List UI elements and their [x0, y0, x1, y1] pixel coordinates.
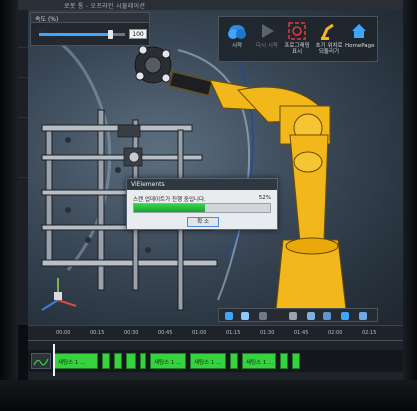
segment-label: 세팅스 1 ... [154, 360, 182, 366]
timeline-tick-label: 01:00 [192, 330, 207, 336]
restart-button[interactable]: 다시 시작 [253, 19, 281, 59]
home-icon [349, 21, 369, 41]
timeline-tick-label: 00:15 [90, 330, 105, 336]
side-panel-row[interactable] [18, 170, 28, 178]
timeline-tick-label: 01:30 [260, 330, 275, 336]
cube-icon[interactable] [307, 312, 315, 320]
timeline-panel[interactable]: 00:00 00:15 00:30 00:45 01:00 01:15 01:30 01:45… [28, 325, 403, 380]
speed-slider-handle[interactable] [107, 30, 113, 39]
timeline-tick-label: 00:30 [124, 330, 139, 336]
timeline-tick-label: 01:45 [294, 330, 309, 336]
ruler-baseline [28, 340, 403, 341]
speed-slider[interactable] [39, 30, 125, 39]
monitor-bezel-right [403, 0, 417, 411]
timeline-tick-label: 02:15 [362, 330, 377, 336]
timeline-segment[interactable] [126, 353, 136, 369]
timeline-tick-label: 01:15 [226, 330, 241, 336]
speed-slider-fill [39, 33, 110, 36]
viewport-toolbar [218, 308, 378, 322]
fullscreen-icon[interactable] [359, 312, 367, 320]
timeline-playhead[interactable] [53, 344, 55, 376]
monitor-bezel-left [0, 0, 18, 411]
program-capture-button[interactable]: 프로그래밍 표시 [283, 19, 311, 59]
settings-icon[interactable] [259, 312, 267, 320]
window-title: 로봇 통 - 오프라인 시뮬레이션 [64, 3, 146, 10]
dialog-title: ViElements [127, 179, 277, 190]
side-panel-row[interactable] [18, 40, 28, 48]
view-mode-icon[interactable] [241, 312, 249, 320]
monitor-bezel-bottom [0, 380, 417, 411]
progress-percent: 52% [258, 195, 271, 201]
timeline-segment[interactable] [280, 353, 288, 369]
speed-panel-header: 속도 (%) [31, 13, 149, 23]
play-icon [227, 21, 247, 41]
timeline-segment[interactable]: 세팅스 1 ... [190, 353, 226, 369]
left-side-panel [18, 10, 28, 325]
timeline-segment[interactable] [102, 353, 110, 369]
reset-position-button[interactable]: 초기 위치로 되돌리기 [315, 19, 343, 59]
timeline-tick-label: 02:00 [328, 330, 343, 336]
plane-icon[interactable] [323, 312, 331, 320]
timeline-segment[interactable] [114, 353, 122, 369]
track-start-block[interactable] [31, 353, 51, 369]
measure-icon[interactable] [289, 312, 297, 320]
start-button[interactable]: 시작 [223, 19, 251, 59]
cancel-button[interactable]: 확 소 [187, 217, 219, 227]
program-capture-icon [287, 21, 307, 41]
timeline-segment[interactable]: 세팅스 1 ... [54, 353, 98, 369]
progress-bar [133, 203, 271, 213]
timeline-segment[interactable] [140, 353, 146, 369]
dialog-message: 스캔 업데이트가 진행 중입니다. [133, 197, 206, 203]
window-titlebar: 로봇 통 - 오프라인 시뮬레이션 [18, 0, 403, 10]
timeline-tick-label: 00:45 [158, 330, 173, 336]
progress-bar-fill [134, 204, 205, 212]
progress-dialog: ViElements 스캔 업데이트가 진행 중입니다. 52% 확 소 [126, 178, 278, 230]
timeline-segment[interactable] [292, 353, 300, 369]
segment-label: 세팅스 1 ... [58, 360, 86, 366]
side-panel-row[interactable] [18, 110, 28, 118]
speed-value-input[interactable]: 100 [129, 29, 147, 39]
reset-position-icon [319, 21, 339, 41]
timeline-tick-label: 00:00 [56, 330, 71, 336]
timeline-track[interactable]: 세팅스 1 ... 세팅스 1 ... 세팅스 1 ... 세팅스 1 ... [28, 350, 403, 372]
timeline-ruler[interactable]: 00:00 00:15 00:30 00:45 01:00 01:15 01:30 01:45… [28, 330, 403, 341]
speed-title: 속도 (%) [35, 16, 59, 23]
simulation-toolbar: 시작 다시 시작 프로그래밍 표시 초기 위치로 되돌리기 HomePage [218, 16, 378, 62]
timeline-segment[interactable]: 세팅스 1 ... [150, 353, 186, 369]
side-panel-row[interactable] [18, 70, 28, 78]
segment-label: 세팅스 1 ... [194, 360, 222, 366]
restart-icon [257, 21, 277, 41]
focus-icon[interactable] [341, 312, 349, 320]
speed-panel: 속도 (%) 100 [30, 12, 150, 46]
segment-label: 세팅스 1 ... [246, 360, 274, 366]
homepage-button[interactable]: HomePage [345, 19, 375, 59]
timeline-segment[interactable] [230, 353, 238, 369]
camera-icon[interactable] [225, 312, 233, 320]
timeline-segment[interactable]: 세팅스 1 ... [242, 353, 276, 369]
